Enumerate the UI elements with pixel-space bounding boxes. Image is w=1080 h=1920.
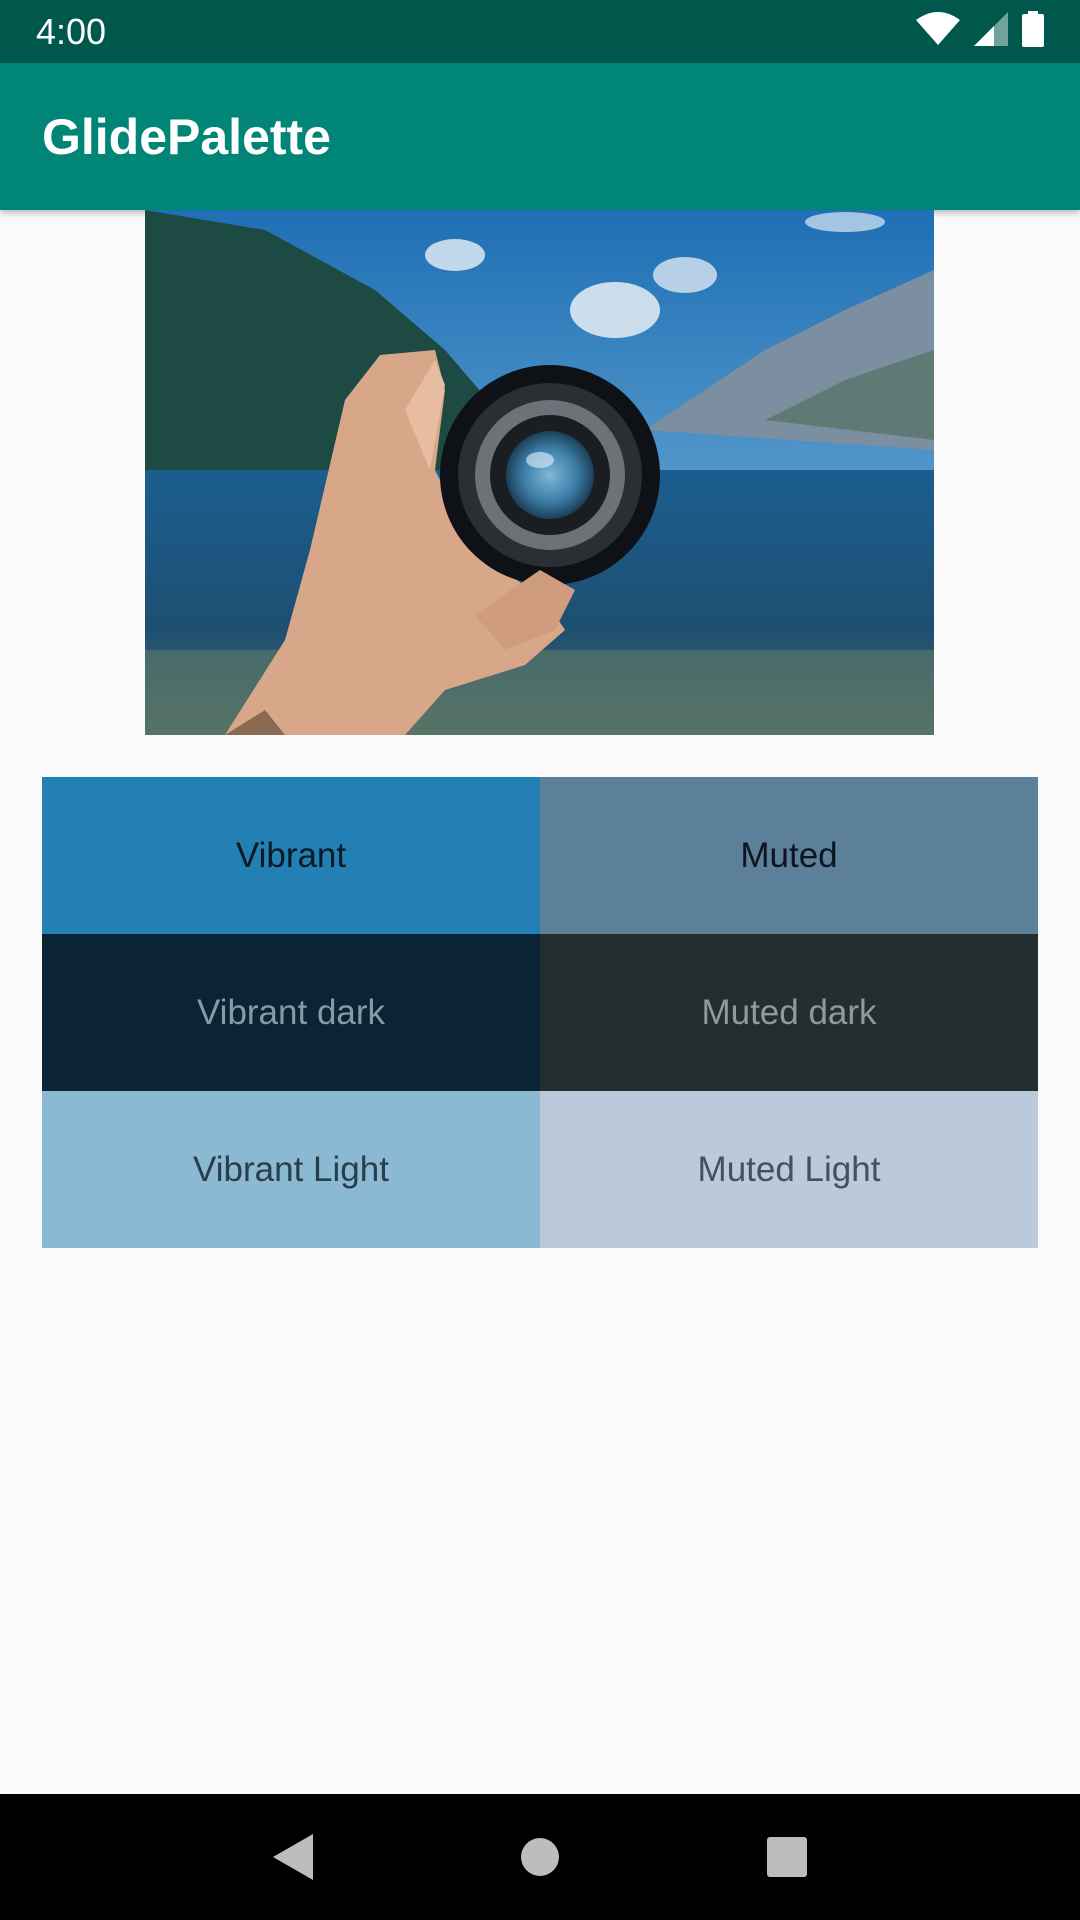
swatch-label: Vibrant [235, 835, 347, 875]
app-title: GlidePalette [42, 108, 331, 165]
lens-photo [145, 210, 934, 735]
swatch-vibrant: Vibrant [42, 777, 540, 934]
swatch-vibrant-light: Vibrant Light [42, 1091, 540, 1248]
back-icon[interactable] [253, 1817, 333, 1897]
status-icons [916, 11, 1044, 52]
cell-signal-icon [974, 12, 1008, 51]
navigation-bar [0, 1794, 1080, 1920]
swatch-muted-dark: Muted dark [540, 934, 1038, 1091]
status-bar: 4:00 [0, 0, 1080, 63]
swatch-muted: Muted [540, 777, 1038, 934]
swatch-label: Vibrant dark [196, 992, 386, 1032]
recents-icon[interactable] [747, 1817, 827, 1897]
swatch-muted-light: Muted Light [540, 1091, 1038, 1248]
battery-icon [1022, 11, 1044, 52]
swatch-label: Muted Light [697, 1149, 881, 1189]
app-bar: GlidePalette [0, 63, 1080, 210]
palette-grid: Vibrant Muted Vibrant dark Muted dark Vi… [42, 777, 1038, 1248]
swatch-label: Muted dark [701, 992, 877, 1032]
swatch-label: Muted [740, 835, 838, 875]
wifi-icon [916, 12, 960, 51]
status-time: 4:00 [36, 10, 107, 52]
swatch-label: Vibrant Light [193, 1149, 389, 1189]
swatch-vibrant-dark: Vibrant dark [42, 934, 540, 1091]
home-icon[interactable] [500, 1817, 580, 1897]
